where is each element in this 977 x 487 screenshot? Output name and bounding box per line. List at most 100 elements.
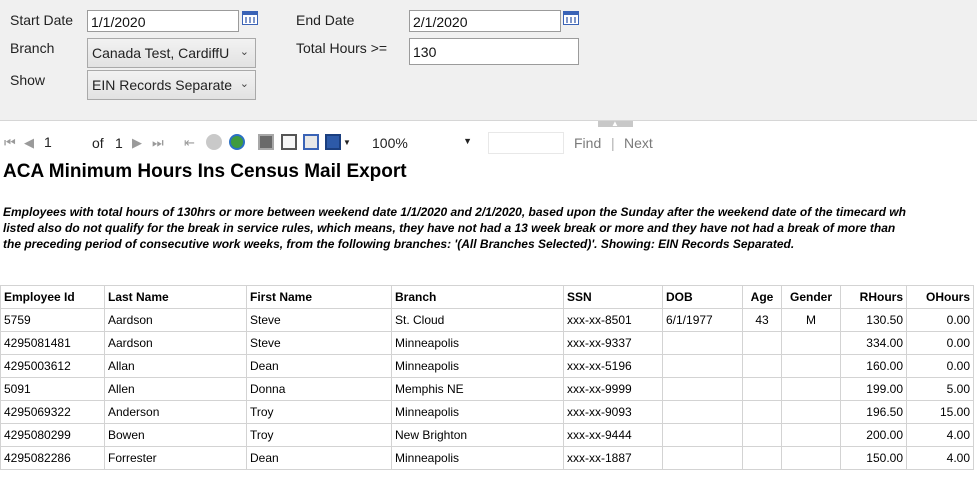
table-cell: New Brighton xyxy=(391,423,564,447)
last-page-icon[interactable]: ⏭ xyxy=(152,135,164,151)
stop-icon[interactable] xyxy=(206,134,222,150)
description-line: the preceding period of consecutive work… xyxy=(3,237,795,251)
end-date-label: End Date xyxy=(296,12,355,28)
table-cell: Anderson xyxy=(104,400,247,424)
table-body: 5759 Aardson Steve St. Cloud xxx-xx-8501 6/1/… xyxy=(0,308,974,470)
table-cell xyxy=(662,400,743,424)
table-row: 4295003612 Allan Dean Minneapolis xxx-xx-519… xyxy=(0,354,974,378)
table-cell: 5091 xyxy=(0,377,105,401)
chevron-down-icon: ⌄ xyxy=(239,78,249,90)
page-of-label: of xyxy=(92,135,104,151)
table-row: 4295069322 Anderson Troy Minneapolis xxx-xx-… xyxy=(0,400,974,424)
table-cell xyxy=(781,354,841,378)
table-row: 4295080299 Bowen Troy New Brighton xxx-xx-94… xyxy=(0,423,974,447)
table-cell xyxy=(662,423,743,447)
table-cell: 4295003612 xyxy=(0,354,105,378)
first-page-icon[interactable]: ⏮ xyxy=(4,135,16,151)
end-date-input[interactable]: 2/1/2020 xyxy=(409,10,561,32)
table-cell: M xyxy=(781,308,841,332)
total-hours-input[interactable]: 130 xyxy=(409,38,579,65)
table-cell: 4295082286 xyxy=(0,446,105,470)
table-cell xyxy=(781,400,841,424)
export-icon[interactable] xyxy=(325,134,341,150)
start-date-input[interactable]: 1/1/2020 xyxy=(87,10,239,32)
table-cell xyxy=(781,423,841,447)
column-header: Last Name xyxy=(104,285,247,309)
table-cell xyxy=(742,423,782,447)
print-layout-icon[interactable] xyxy=(281,134,297,150)
table-cell: xxx-xx-5196 xyxy=(563,354,663,378)
export-dropdown-icon[interactable]: ▼ xyxy=(343,138,351,147)
table-cell: 4.00 xyxy=(906,446,974,470)
end-date-calendar-icon[interactable] xyxy=(563,11,579,25)
table-cell: 4295080299 xyxy=(0,423,105,447)
column-header: DOB xyxy=(662,285,743,309)
chevron-down-icon: ▼ xyxy=(463,136,472,146)
table-row: 5091 Allen Donna Memphis NE xxx-xx-9999 199.0… xyxy=(0,377,974,401)
refresh-icon[interactable] xyxy=(229,134,245,150)
table-cell xyxy=(662,377,743,401)
start-date-label: Start Date xyxy=(10,12,74,28)
table-cell xyxy=(742,446,782,470)
table-cell: Donna xyxy=(246,377,392,401)
table-cell xyxy=(742,377,782,401)
column-header: OHours xyxy=(906,285,974,309)
table-cell: Minneapolis xyxy=(391,331,564,355)
table-cell: 43 xyxy=(742,308,782,332)
table-cell xyxy=(742,354,782,378)
show-select[interactable]: EIN Records Separate ⌄ xyxy=(87,70,256,100)
current-page-input[interactable]: 1 xyxy=(44,134,76,152)
table-cell: Steve xyxy=(246,331,392,355)
parameter-panel: Start Date 1/1/2020 End Date 2/1/2020 Br… xyxy=(0,0,977,121)
table-cell: St. Cloud xyxy=(391,308,564,332)
branch-select-value: Canada Test, CardiffU xyxy=(92,45,230,61)
table-cell xyxy=(662,331,743,355)
table-cell: 130.50 xyxy=(840,308,907,332)
table-cell: Aardson xyxy=(104,308,247,332)
table-cell: Steve xyxy=(246,308,392,332)
total-hours-label: Total Hours >= xyxy=(296,40,388,56)
column-header: First Name xyxy=(246,285,392,309)
parameter-collapse-handle[interactable]: ▲ xyxy=(598,119,633,128)
table-cell: 0.00 xyxy=(906,331,974,355)
table-cell: Aardson xyxy=(104,331,247,355)
table-cell: Minneapolis xyxy=(391,354,564,378)
table-cell: Allen xyxy=(104,377,247,401)
find-button[interactable]: Find xyxy=(574,135,601,151)
page-total-label: 1 xyxy=(115,135,123,151)
table-cell: 0.00 xyxy=(906,308,974,332)
table-cell: 334.00 xyxy=(840,331,907,355)
table-cell: 0.00 xyxy=(906,354,974,378)
table-cell: 196.50 xyxy=(840,400,907,424)
table-cell: xxx-xx-1887 xyxy=(563,446,663,470)
table-cell: 199.00 xyxy=(840,377,907,401)
column-header: RHours xyxy=(840,285,907,309)
column-header: Age xyxy=(742,285,782,309)
collapse-arrow-icon: ▲ xyxy=(611,119,619,128)
previous-page-icon[interactable]: ◀ xyxy=(24,135,34,151)
show-select-value: EIN Records Separate xyxy=(92,77,233,93)
next-page-icon[interactable]: ▶ xyxy=(132,135,142,151)
employee-table: Employee Id Last Name First Name Branch … xyxy=(0,285,974,470)
start-date-calendar-icon[interactable] xyxy=(242,11,258,25)
branch-select[interactable]: Canada Test, CardiffU ⌄ xyxy=(87,38,256,68)
find-next-button[interactable]: Next xyxy=(624,135,653,151)
table-cell: xxx-xx-8501 xyxy=(563,308,663,332)
table-cell: 200.00 xyxy=(840,423,907,447)
table-cell: 4.00 xyxy=(906,423,974,447)
page-setup-icon[interactable] xyxy=(303,134,319,150)
table-cell: Allan xyxy=(104,354,247,378)
table-cell: Troy xyxy=(246,423,392,447)
table-cell: 5759 xyxy=(0,308,105,332)
table-cell: 150.00 xyxy=(840,446,907,470)
print-icon[interactable] xyxy=(258,134,274,150)
table-cell: 160.00 xyxy=(840,354,907,378)
table-cell: Dean xyxy=(246,446,392,470)
back-icon[interactable]: ⇤ xyxy=(184,135,195,151)
find-input[interactable] xyxy=(488,132,564,154)
zoom-select[interactable]: 100% ▼ xyxy=(364,133,476,153)
report-toolbar: ⏮ ◀ 1 of 1 ▶ ⏭ ⇤ ▼ 100% ▼ Find | Next xyxy=(0,130,977,156)
table-cell xyxy=(662,446,743,470)
table-cell: 6/1/1977 xyxy=(662,308,743,332)
table-row: 5759 Aardson Steve St. Cloud xxx-xx-8501 6/1/… xyxy=(0,308,974,332)
